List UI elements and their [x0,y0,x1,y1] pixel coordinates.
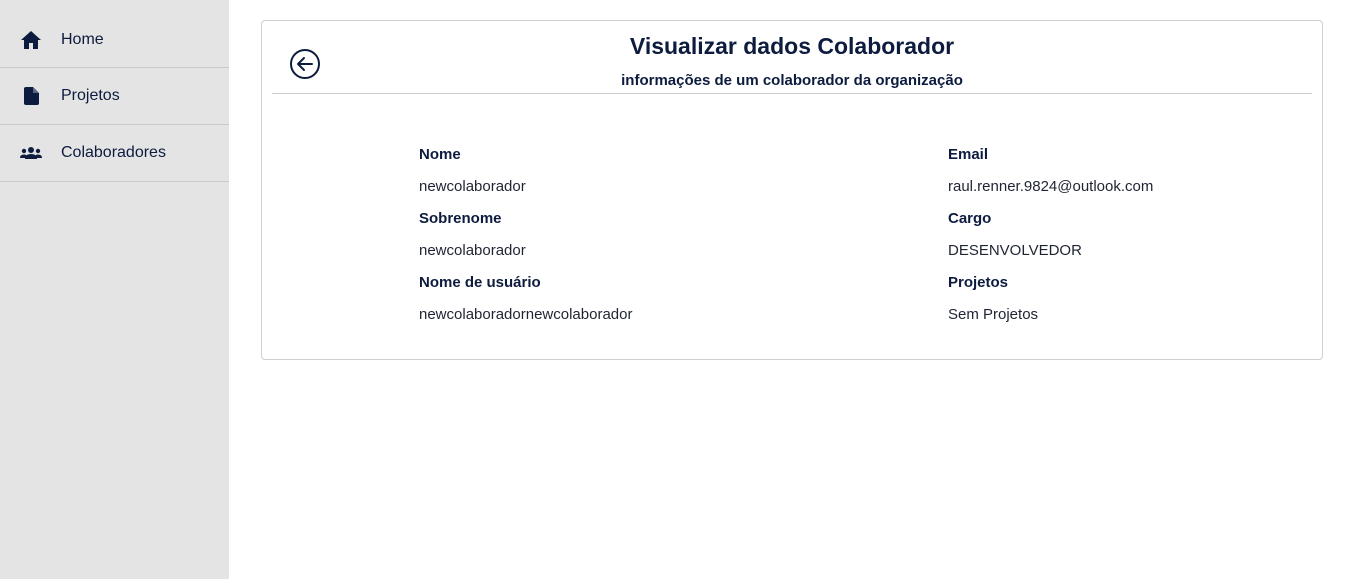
field-email: Email raul.renner.9824@outlook.com [948,143,1153,207]
field-value: newcolaboradornewcolaborador [419,306,633,323]
sidebar-item-label: Projetos [61,87,120,104]
field-label: Nome de usuário [419,274,541,291]
document-icon [20,85,42,107]
sidebar-item-colaboradores[interactable]: Colaboradores [0,125,229,182]
page-subtitle: informações de um colaborador da organiz… [621,72,963,89]
field-value: DESENVOLVEDOR [948,242,1082,259]
app-root: Home Projetos Colaboradores Visualizar d… [0,0,1354,579]
page-title: Visualizar dados Colaborador [629,33,955,59]
sidebar-item-label: Home [61,31,104,48]
details-column-right: Email raul.renner.9824@outlook.com Cargo… [948,143,1153,335]
field-label: Nome [419,146,461,163]
field-projetos: Projetos Sem Projetos [948,271,1153,335]
home-icon [20,29,42,51]
field-value: newcolaborador [419,242,526,259]
sidebar: Home Projetos Colaboradores [0,0,229,579]
field-value: raul.renner.9824@outlook.com [948,178,1154,195]
field-label: Projetos [948,274,1009,291]
field-nome-de-usuario: Nome de usuário newcolaboradornewcolabor… [419,271,632,335]
field-cargo: Cargo DESENVOLVEDOR [948,207,1153,271]
field-value: newcolaborador [419,178,526,195]
sidebar-item-projetos[interactable]: Projetos [0,68,229,125]
details-column-left: Nome newcolaborador Sobrenome newcolabor… [419,143,632,335]
field-label: Sobrenome [419,210,502,227]
collaborator-details-card: Visualizar dados Colaborador informações… [261,20,1323,360]
field-sobrenome: Sobrenome newcolaborador [419,207,632,271]
sidebar-item-label: Colaboradores [61,144,166,161]
field-value: Sem Projetos [948,306,1039,323]
card-header: Visualizar dados Colaborador informações… [272,21,1312,94]
sidebar-item-home[interactable]: Home [0,0,229,68]
field-label: Email [948,146,989,163]
people-icon [20,142,42,164]
field-nome: Nome newcolaborador [419,143,632,207]
field-label: Cargo [948,210,992,227]
